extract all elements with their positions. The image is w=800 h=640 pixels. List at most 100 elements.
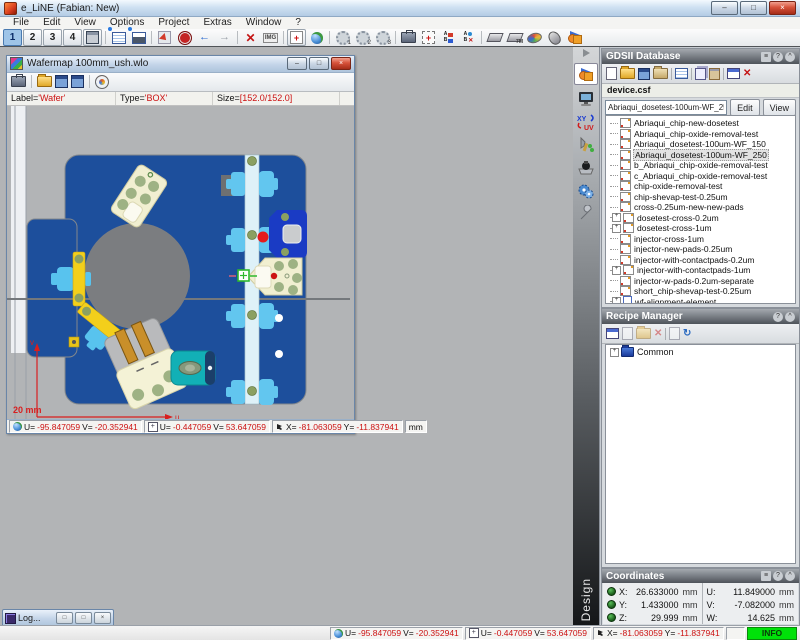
expander-icon[interactable]: + [612, 297, 621, 304]
image-button[interactable]: IMG [261, 29, 280, 46]
expander-icon[interactable]: + [612, 213, 621, 222]
briefcase-icon[interactable] [11, 76, 26, 87]
add-marker-button[interactable]: + [287, 29, 306, 46]
menu-edit[interactable]: Edit [36, 17, 67, 29]
log-window[interactable]: Log... □ □ × [2, 609, 114, 625]
panel-help-icon[interactable]: ? [773, 571, 783, 581]
mouse-settings-button[interactable] [545, 29, 564, 46]
design-mode-button[interactable] [565, 29, 584, 46]
minimize-button[interactable]: – [711, 1, 738, 15]
expander-icon[interactable]: + [612, 266, 621, 275]
world-button[interactable] [307, 29, 326, 46]
edit-button[interactable]: Edit [730, 99, 760, 116]
scroll-up-icon[interactable] [583, 49, 590, 57]
tree-item[interactable]: +wf-alignment-element [610, 297, 795, 305]
tree-item-selected[interactable]: Abriaqui_dosetest-100um-WF_250 [610, 150, 795, 161]
folder-icon[interactable] [636, 328, 651, 339]
stage-control-button[interactable] [576, 159, 596, 177]
gear-3-button[interactable]: 3 [373, 29, 392, 46]
menu-extras[interactable]: Extras [196, 17, 238, 29]
table-icon[interactable] [675, 68, 688, 79]
tree-item[interactable]: injector-w-pads-0.2um-separate [610, 276, 795, 287]
save-icon[interactable] [55, 75, 68, 88]
delete-icon[interactable]: ✕ [654, 329, 662, 339]
capture-region-button[interactable]: + [419, 29, 438, 46]
tree-item[interactable]: +dosetest-cross-0.2um [610, 213, 795, 224]
panel-menu-icon[interactable]: ≡ [761, 52, 771, 62]
save-as-icon[interactable] [71, 75, 84, 88]
wafermap-maximize-button[interactable]: □ [309, 57, 329, 70]
tree-item[interactable]: cross-0.25um-new-new-pads [610, 202, 795, 213]
processing-button[interactable] [576, 182, 596, 200]
tree-item[interactable]: +injector-with-contactpads-1um [610, 265, 795, 276]
eraser-button[interactable] [485, 29, 504, 46]
expander-icon[interactable]: + [612, 224, 621, 233]
open-folder-icon[interactable] [620, 68, 635, 79]
joblist-button[interactable] [129, 29, 148, 46]
archive-folder-icon[interactable] [653, 68, 668, 79]
tree-item[interactable]: chip-oxide-removal-test [610, 181, 795, 192]
xy-uv-transform-button[interactable]: XY UV [576, 113, 596, 131]
palette-button[interactable] [525, 29, 544, 46]
new-recipe-icon[interactable] [622, 327, 633, 340]
panel-help-icon[interactable]: ? [773, 312, 783, 322]
menu-help[interactable]: ? [288, 17, 308, 29]
panel-collapse-icon[interactable]: ^ [785, 312, 795, 322]
back-button[interactable]: ← [195, 29, 214, 46]
tree-item[interactable]: c_Abriaqui_chip-oxide-removal-test [610, 171, 795, 182]
delete-button[interactable]: ✕ [241, 29, 260, 46]
tree-item[interactable]: +dosetest-cross-1um [610, 223, 795, 234]
gear-1-button[interactable]: 1 [333, 29, 352, 46]
copy-icon[interactable] [695, 68, 706, 80]
view-4-button[interactable]: 4 [63, 29, 82, 46]
design-mode-active-button[interactable] [574, 63, 598, 85]
panel-collapse-icon[interactable]: ^ [785, 571, 795, 581]
tree-item[interactable]: b_Abriaqui_chip-oxide-removal-test [610, 160, 795, 171]
menu-view[interactable]: View [67, 17, 103, 29]
gear-2-button[interactable]: 2 [353, 29, 372, 46]
ab-compare-button[interactable]: A B [439, 29, 458, 46]
view-2-button[interactable]: 2 [23, 29, 42, 46]
menu-window[interactable]: Window [239, 17, 289, 29]
run-recipe-icon[interactable] [669, 327, 680, 340]
close-button[interactable]: × [769, 1, 796, 15]
refresh-icon[interactable] [95, 75, 109, 89]
menu-project[interactable]: Project [151, 17, 196, 29]
tree-item[interactable]: Abriaqui_chip-oxide-removal-test [610, 129, 795, 140]
panel-help-icon[interactable]: ? [773, 52, 783, 62]
log-restore-button[interactable]: □ [56, 612, 73, 624]
panel-collapse-icon[interactable]: ^ [785, 52, 795, 62]
undo-icon[interactable]: ↺ [683, 329, 691, 339]
tree-item[interactable]: injector-with-contactpads-0.2um [610, 255, 795, 266]
stop-button[interactable] [175, 29, 194, 46]
cell-name-input[interactable] [605, 100, 727, 115]
new-window-icon[interactable] [727, 68, 740, 79]
log-close-button[interactable]: × [94, 612, 111, 624]
new-window-icon[interactable] [606, 328, 619, 339]
service-button[interactable] [576, 205, 596, 223]
eraser-7m-button[interactable]: 7M [505, 29, 524, 46]
expander-icon[interactable]: + [610, 348, 619, 357]
adjustment-button[interactable] [576, 136, 596, 154]
new-file-icon[interactable] [606, 67, 617, 80]
save-icon[interactable] [638, 68, 650, 80]
microscope-control-button[interactable] [576, 90, 596, 108]
export-button[interactable] [155, 29, 174, 46]
toolbox-button[interactable] [399, 29, 418, 46]
tree-item[interactable]: chip-shevap-test-0.25um [610, 192, 795, 203]
panel-menu-icon[interactable]: ≡ [761, 571, 771, 581]
forward-button[interactable]: → [215, 29, 234, 46]
tree-item[interactable]: injector-new-pads-0.25um [610, 244, 795, 255]
wafermap-close-button[interactable]: × [331, 57, 351, 70]
menu-file[interactable]: File [6, 17, 36, 29]
paste-icon[interactable] [709, 68, 720, 80]
tree-item[interactable]: short_chip-shevap-test-0.25um [610, 286, 795, 297]
wafermap-title-bar[interactable]: Wafermap 100mm_ush.wlo – □ × [7, 56, 354, 73]
delete-icon[interactable]: ✕ [743, 69, 751, 79]
view-1-button[interactable]: 1 [3, 29, 22, 46]
tree-item[interactable]: Abriaqui_chip-new-dosetest [610, 118, 795, 129]
view-button[interactable]: View [763, 99, 796, 116]
save-views-button[interactable] [83, 29, 102, 46]
view-3-button[interactable]: 3 [43, 29, 62, 46]
tree-item[interactable]: injector-cross-1um [610, 234, 795, 245]
